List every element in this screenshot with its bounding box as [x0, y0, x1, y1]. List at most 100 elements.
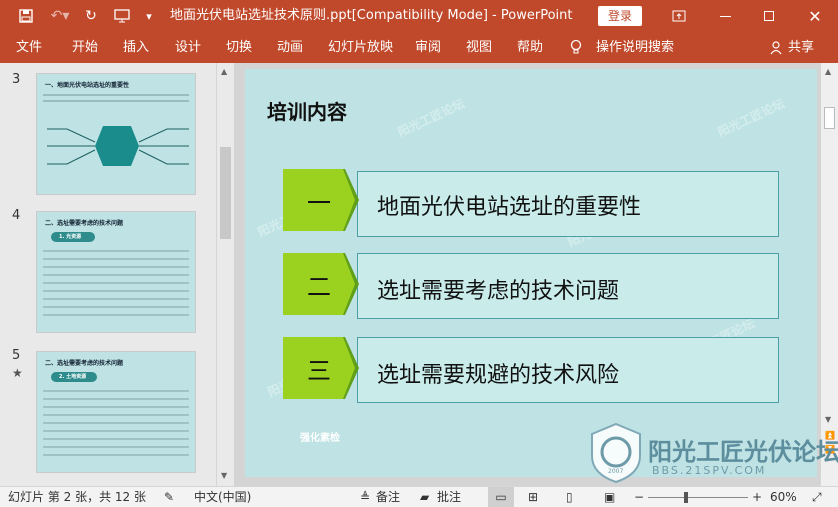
mindmap-graphic	[47, 126, 189, 166]
redo-icon[interactable]: ↻	[80, 0, 102, 32]
row-text: 选址需要规避的技术风险	[377, 363, 620, 388]
minimize-icon[interactable]	[702, 0, 748, 32]
text-line	[43, 266, 189, 268]
badge-label: 1. 光资源	[59, 234, 82, 240]
text-line	[43, 422, 189, 424]
comments-button[interactable]: 批注	[437, 487, 461, 507]
scrollbar-thumb[interactable]	[824, 107, 835, 129]
slide-thumbnail-3[interactable]: 一、地面光伏电站选址的重要性	[36, 73, 196, 195]
normal-view-icon[interactable]: ▭	[488, 487, 514, 507]
slide-footer-text: 强化素检	[300, 433, 340, 444]
slide-number: 3	[12, 72, 21, 87]
text-line	[43, 94, 189, 96]
logo-url: BBS.21SPV.COM	[652, 464, 767, 477]
thumbnail-scrollbar[interactable]: ▲ ▼	[216, 63, 234, 486]
title-bar: ↶▾ ↻ ▾ 地面光伏电站选址技术原则.ppt[Compatibility Mo…	[0, 0, 838, 32]
tab-insert[interactable]: 插入	[123, 32, 149, 63]
scrollbar-thumb[interactable]	[220, 147, 231, 239]
badge-label: 2. 土地资源	[59, 374, 87, 380]
text-line	[43, 390, 189, 392]
slideshow-icon[interactable]: ▣	[604, 487, 615, 507]
text-line	[43, 414, 189, 416]
fit-to-window-icon[interactable]: ⤢	[812, 487, 822, 507]
save-icon[interactable]	[14, 0, 38, 32]
tab-transitions[interactable]: 切换	[226, 32, 252, 63]
reading-view-icon[interactable]: ▯	[566, 487, 573, 507]
text-line	[43, 306, 189, 308]
logo-year: 2007	[608, 468, 624, 475]
slide-thumbnail-4[interactable]: 二、选址需要考虑的技术问题 1. 光资源	[36, 211, 196, 333]
share-icon[interactable]	[770, 32, 784, 63]
customize-toolbar-icon[interactable]: ▾	[140, 0, 158, 32]
zoom-slider-thumb[interactable]	[684, 492, 688, 503]
text-line	[43, 398, 189, 400]
zoom-level[interactable]: 60%	[770, 487, 797, 507]
row-number: 一	[307, 189, 331, 217]
forum-logo: 2007 阳光工匠光伏论坛 BBS.21SPV.COM	[588, 422, 838, 486]
slide-canvas[interactable]: 阳光工匠论坛 阳光工匠论坛 阳光工匠论坛 阳光工匠论坛 阳光工匠论坛 阳光工匠论…	[245, 69, 817, 477]
tab-review[interactable]: 审阅	[415, 32, 441, 63]
close-icon[interactable]: ✕	[792, 0, 838, 32]
thumbnail-pane[interactable]: 3 一、地面光伏电站选址的重要性 4 二、选址需要考虑的技术问题 1. 光资源 …	[0, 63, 234, 486]
scroll-down-icon[interactable]: ▼	[221, 471, 227, 480]
text-line	[43, 406, 189, 408]
login-button[interactable]: 登录	[598, 6, 642, 26]
document-title: 地面光伏电站选址技术原则.ppt[Compatibility Mode] - P…	[170, 8, 573, 23]
spelling-icon[interactable]: ✎	[164, 487, 174, 507]
tab-home[interactable]: 开始	[72, 32, 98, 63]
slide-title: 培训内容	[267, 100, 347, 124]
text-line	[43, 430, 189, 432]
tab-animations[interactable]: 动画	[277, 32, 303, 63]
text-line	[43, 446, 189, 448]
zoom-in-icon[interactable]: +	[752, 487, 762, 507]
thumbnail-title: 一、地面光伏电站选址的重要性	[45, 82, 130, 89]
watermark: 阳光工匠论坛	[715, 96, 787, 140]
row-text: 地面光伏电站选址的重要性	[377, 195, 642, 220]
text-line	[43, 454, 189, 456]
tab-design[interactable]: 设计	[175, 32, 201, 63]
share-button[interactable]: 共享	[788, 32, 814, 63]
logo-name: 阳光工匠光伏论坛	[648, 438, 838, 466]
language-indicator[interactable]: 中文(中国)	[194, 487, 251, 507]
thumbnail-title: 二、选址需要考虑的技术问题	[45, 220, 124, 227]
tab-slideshow[interactable]: 幻灯片放映	[328, 32, 393, 63]
zoom-out-icon[interactable]: −	[634, 487, 644, 507]
scroll-up-icon[interactable]: ▲	[825, 67, 831, 76]
notes-button[interactable]: 备注	[376, 487, 400, 507]
tell-me-search[interactable]: 操作说明搜索	[596, 32, 674, 63]
notes-icon[interactable]: ≜	[360, 487, 370, 507]
text-line	[43, 258, 189, 260]
text-line	[43, 298, 189, 300]
lightbulb-icon	[570, 32, 582, 63]
text-line	[43, 438, 189, 440]
slide-thumbnail-5[interactable]: 二、选址需要考虑的技术问题 2. 土地资源	[36, 351, 196, 473]
text-line	[43, 282, 189, 284]
animation-star-icon: ★	[12, 366, 23, 380]
status-bar: 幻灯片 第 2 张，共 12 张 ✎ 中文(中国) ≜ 备注 ▰ 批注 ▭ ⊞ …	[0, 486, 838, 507]
thumbnail-title: 二、选址需要考虑的技术问题	[45, 360, 124, 367]
slide-sorter-icon[interactable]: ⊞	[528, 487, 538, 507]
tab-help[interactable]: 帮助	[517, 32, 543, 63]
watermark: 阳光工匠论坛	[395, 96, 467, 140]
row-number: 三	[307, 357, 331, 385]
start-from-beginning-icon[interactable]	[110, 0, 134, 32]
tab-file[interactable]: 文件	[16, 32, 42, 63]
tab-view[interactable]: 视图	[466, 32, 492, 63]
undo-icon[interactable]: ↶▾	[46, 0, 74, 32]
maximize-icon[interactable]	[746, 0, 792, 32]
slide-number: 4	[12, 208, 21, 223]
ribbon-display-options-icon[interactable]	[656, 0, 702, 32]
row-number: 二	[307, 273, 331, 301]
comments-icon[interactable]: ▰	[420, 487, 429, 507]
slide-number: 5	[12, 348, 21, 363]
text-line	[43, 100, 189, 102]
text-line	[43, 250, 189, 252]
ribbon-tabs: 文件 开始 插入 设计 切换 动画 幻灯片放映 审阅 视图 帮助 操作说明搜索 …	[0, 32, 838, 63]
text-line	[43, 314, 189, 316]
text-line	[43, 290, 189, 292]
text-line	[43, 274, 189, 276]
zoom-slider[interactable]	[648, 487, 748, 507]
slide-counter: 幻灯片 第 2 张，共 12 张	[8, 490, 146, 504]
row-text: 选址需要考虑的技术问题	[377, 279, 620, 304]
scroll-up-icon[interactable]: ▲	[221, 67, 227, 76]
